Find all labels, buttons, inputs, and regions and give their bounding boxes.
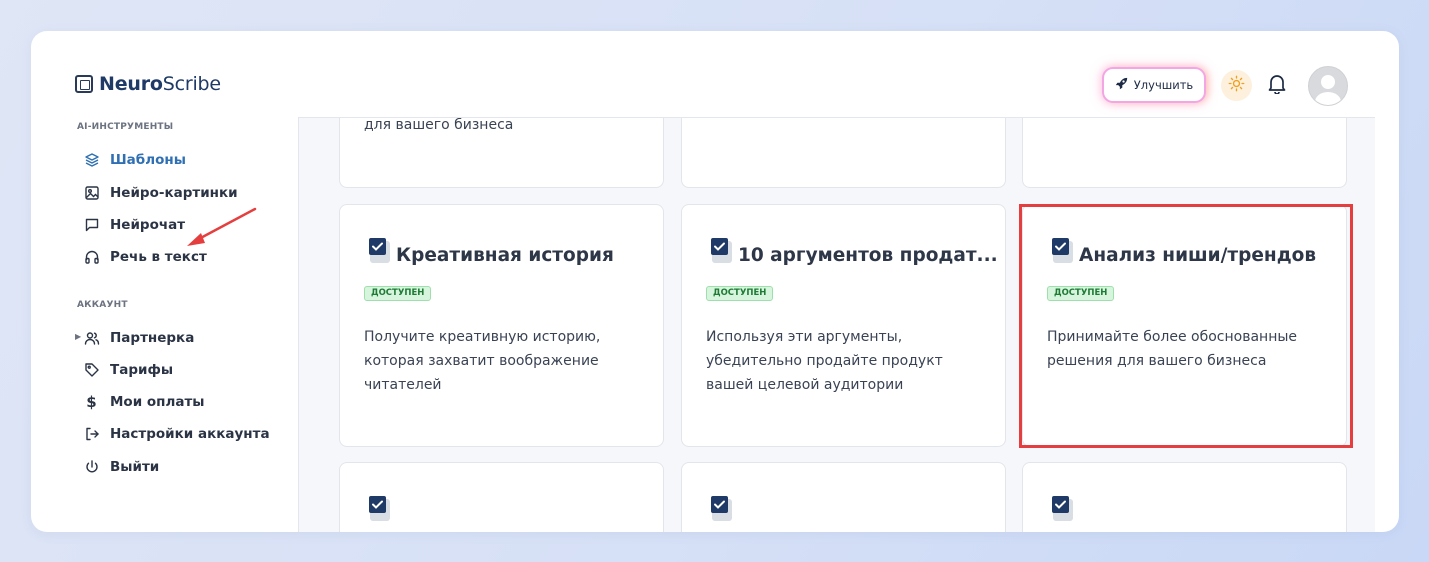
document-check-icon <box>1052 238 1074 264</box>
sidebar-item-label: Мои оплаты <box>110 394 205 410</box>
upgrade-label: Улучшить <box>1133 78 1194 92</box>
logo-bold: Neuro <box>99 73 163 95</box>
upgrade-button[interactable]: Улучшить <box>1104 69 1204 101</box>
chat-icon <box>83 217 100 234</box>
card-description: Принимайте более обоснованные решения дл… <box>1047 329 1298 369</box>
card-description: для вашего бизнеса <box>364 118 514 133</box>
status-badge: ДОСТУПЕН <box>364 286 432 301</box>
top-bar: NeuroScribe Улучшить <box>31 31 1399 117</box>
logo-icon <box>75 75 93 93</box>
template-card-niche-trend-analysis[interactable]: Анализ ниши/трендов ДОСТУПЕН Принимайте … <box>1022 204 1347 447</box>
bell-icon <box>1268 74 1286 98</box>
document-check-icon <box>711 238 733 264</box>
card-title: 10 аргументов продат... <box>738 245 998 266</box>
logo-rest: Scribe <box>162 73 221 95</box>
sidebar-item-label: Партнерка <box>110 330 195 346</box>
login-icon <box>83 426 100 443</box>
sidebar-item-neurochat[interactable]: Нейрочат <box>83 215 185 235</box>
annotation-arrow <box>187 207 257 246</box>
dollar-icon: $ <box>86 393 97 411</box>
power-icon <box>83 459 100 476</box>
template-card[interactable] <box>339 462 664 532</box>
headphones-icon <box>83 249 100 266</box>
document-check-icon <box>711 496 733 522</box>
sun-icon <box>1228 75 1245 96</box>
template-card-10-arguments[interactable]: 10 аргументов продат... ДОСТУПЕН Использ… <box>681 204 1006 447</box>
sidebar: AI-ИНСТРУМЕНТЫ Шаблоны Нейро-картинки Не… <box>31 117 299 532</box>
sidebar-item-partners[interactable]: Партнерка <box>83 328 194 348</box>
document-check-icon <box>369 496 391 522</box>
rocket-icon <box>1115 77 1128 93</box>
status-badge: ДОСТУПЕН <box>1047 286 1115 301</box>
template-card[interactable] <box>1022 462 1347 532</box>
sidebar-item-label: Выйти <box>110 459 160 475</box>
card-title: Креативная история <box>396 245 614 266</box>
card-description: Используя эти аргументы, убедительно про… <box>706 329 943 393</box>
caret-right-icon[interactable]: ▶ <box>75 332 81 341</box>
sidebar-item-label: Шаблоны <box>110 152 186 168</box>
document-check-icon <box>1052 496 1074 522</box>
sidebar-item-label: Настройки аккаунта <box>110 426 270 442</box>
sidebar-item-tariffs[interactable]: Тарифы <box>83 360 173 380</box>
document-check-icon <box>369 238 391 264</box>
sidebar-item-templates[interactable]: Шаблоны <box>83 150 186 170</box>
sidebar-item-payments[interactable]: $ Мои оплаты <box>83 392 205 412</box>
app-window: NeuroScribe Улучшить AI-ИНСТРУМЕНТЫ Шабл… <box>31 31 1399 532</box>
theme-toggle-button[interactable] <box>1221 70 1252 101</box>
template-card[interactable] <box>681 462 1006 532</box>
tag-icon <box>83 362 100 379</box>
sidebar-item-account-settings[interactable]: Настройки аккаунта <box>83 424 270 444</box>
card-description: Получите креативную историю, которая зах… <box>364 329 601 393</box>
card-title: Анализ ниши/трендов <box>1079 245 1317 266</box>
status-badge: ДОСТУПЕН <box>706 286 774 301</box>
users-icon <box>83 330 100 347</box>
sidebar-item-label: Тарифы <box>110 362 174 378</box>
template-card[interactable] <box>1022 118 1347 188</box>
sidebar-item-neuro-images[interactable]: Нейро-картинки <box>83 183 238 203</box>
sidebar-item-label: Нейрочат <box>110 217 186 233</box>
layers-icon <box>83 152 100 169</box>
image-icon <box>83 185 100 202</box>
template-card[interactable]: для вашего бизнеса <box>339 118 664 188</box>
sidebar-item-label: Нейро-картинки <box>110 185 238 201</box>
template-card-creative-story[interactable]: Креативная история ДОСТУПЕН Получите кре… <box>339 204 664 447</box>
section-title-ai: AI-ИНСТРУМЕНТЫ <box>77 122 174 132</box>
avatar[interactable] <box>1308 66 1348 106</box>
notifications-button[interactable] <box>1266 74 1288 98</box>
template-card[interactable] <box>681 118 1006 188</box>
templates-grid: для вашего бизнеса Креативная история ДО… <box>299 118 1375 532</box>
logo[interactable]: NeuroScribe <box>75 73 221 95</box>
section-title-account: АККАУНТ <box>77 300 128 310</box>
sidebar-item-logout[interactable]: Выйти <box>83 457 159 477</box>
